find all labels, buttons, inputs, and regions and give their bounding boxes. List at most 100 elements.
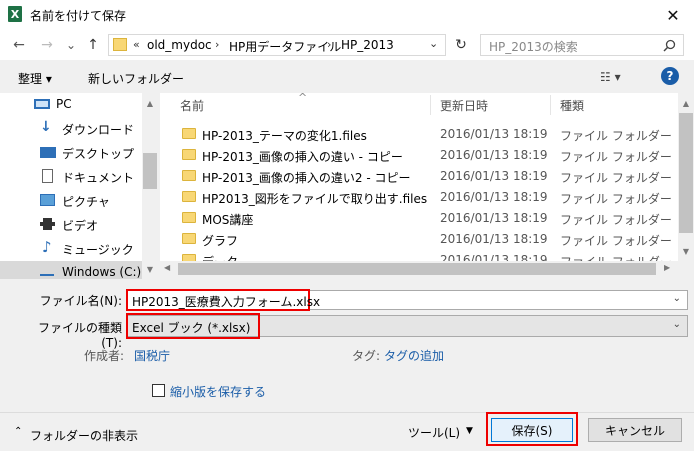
file-date: 2016/01/13 18:19 [440,148,548,162]
nav-item-label: ミュージック [62,243,134,257]
column-header-label: 種類 [560,98,585,113]
search-box[interactable]: HP_2013の検索 [480,34,684,56]
file-type: ファイル フォルダー [560,150,672,164]
hide-folders-button[interactable]: フォルダーの非表示 [30,427,138,444]
file-row[interactable]: HP2013_図形をファイルで取り出す.files 2016/01/13 18:… [160,187,678,208]
tags-label: タグ: [352,349,381,363]
cancel-button[interactable]: キャンセル [588,418,682,442]
nav-item-label: Windows (C:) [62,265,142,279]
file-name: グラフ [202,234,239,248]
thumbnail-checkbox[interactable] [152,384,165,397]
nav-item-label: PC [56,97,72,111]
address-bar[interactable]: « old_mydoc › HP用データファイル › HP_2013 ⌄ [108,34,446,56]
nav-item-label: ドキュメント [62,171,135,185]
file-date: 2016/01/13 18:19 [440,127,548,141]
nav-item-label: ダウンロード [62,123,135,137]
file-row[interactable]: MOS講座 2016/01/13 18:19 ファイル フォルダー [160,208,678,229]
breadcrumb-overflow[interactable]: « [133,38,140,51]
filetype-label: ファイルの種類(T): [37,321,122,350]
filename-value[interactable]: HP2013_医療費入力フォーム.xlsx [132,293,320,310]
file-name: HP-2013_画像の挿入の違い - コピー [202,150,403,164]
breadcrumb-hp-2013[interactable]: HP_2013 [341,38,394,52]
desktop-icon [40,147,56,158]
up-button[interactable]: ↑ [84,36,102,54]
column-header-type[interactable]: 種類 [560,93,670,117]
navpane-scroll-thumb[interactable] [143,153,157,189]
filelist-hscroll-thumb[interactable] [178,263,656,275]
file-row[interactable]: データ 2016/01/13 18:19 ファイル フォルダー [160,250,678,261]
filename-highlight: HP2013_医療費入力フォーム.xlsx [126,289,320,311]
chevron-up-icon[interactable]: ⌃ [14,426,22,437]
breadcrumb-hp-data[interactable]: HP用データファイル [229,38,341,55]
file-row[interactable]: HP-2013_テーマの変化1.files 2016/01/13 18:19 フ… [160,124,678,145]
window-title: 名前を付けて保存 [30,9,127,23]
music-icon: ♪ [42,238,52,256]
file-type: ファイル フォルダー [560,213,672,227]
close-button[interactable]: ✕ [652,0,694,30]
file-type: ファイル フォルダー [560,234,672,248]
column-header-date[interactable]: 更新日時 [440,93,550,117]
navigation-pane: PC ↓ ダウンロード デスクトップ ドキュメント ピクチャ ビデオ ♪ ミュー… [0,93,158,283]
tools-menu[interactable]: ツール(L) [408,424,460,441]
view-options-icon[interactable]: ☷ ▾ [600,70,621,84]
breadcrumb-separator[interactable]: › [327,38,331,51]
file-date: 2016/01/13 18:19 [440,253,548,261]
filetype-value[interactable]: Excel ブック (*.xlsx) [132,319,250,336]
file-row[interactable]: HP-2013_画像の挿入の違い2 - コピー 2016/01/13 18:19… [160,166,678,187]
column-header-name[interactable]: 名前 [180,93,430,117]
navpane-scrollbar[interactable]: ▲ ▼ [142,93,158,279]
filetype-highlight: Excel ブック (*.xlsx) [126,313,260,339]
nav-item-music[interactable]: ♪ ミュージック [0,237,140,259]
author-value[interactable]: 国税庁 [134,347,170,364]
recent-locations-dropdown[interactable]: ⌄ [62,36,80,54]
help-icon[interactable]: ? [661,67,679,85]
videos-icon [40,218,55,230]
file-name: MOS講座 [202,213,254,227]
filetype-dropdown-icon[interactable]: ⌄ [673,319,681,330]
file-row[interactable]: HP-2013_画像の挿入の違い - コピー 2016/01/13 18:19 … [160,145,678,166]
file-date: 2016/01/13 18:19 [440,211,548,225]
breadcrumb-separator[interactable]: › [215,38,219,51]
breadcrumb-old-mydoc[interactable]: old_mydoc [147,38,212,52]
folder-icon [182,149,196,160]
new-folder-button[interactable]: 新しいフォルダー [88,70,184,87]
nav-item-pc[interactable]: PC [0,93,140,115]
refresh-button[interactable]: ↻ [452,36,470,54]
filelist-horizontal-scrollbar[interactable]: ◀ ▶ [160,261,678,278]
documents-icon [42,169,53,183]
pictures-icon [40,194,55,206]
filename-dropdown-icon[interactable]: ⌄ [673,293,681,304]
file-date: 2016/01/13 18:19 [440,169,548,183]
download-icon: ↓ [40,119,52,135]
filelist-vertical-scrollbar[interactable]: ▲ ▼ [678,93,694,261]
nav-item-downloads[interactable]: ↓ ダウンロード [0,117,140,139]
tags-input[interactable]: タグの追加 [384,347,444,364]
nav-item-pictures[interactable]: ピクチャ [0,189,140,211]
tools-dropdown-icon[interactable]: ▼ [466,426,473,436]
folder-icon [182,170,196,181]
file-type: ファイル フォルダー [560,129,672,143]
forward-button[interactable]: → [38,36,56,54]
file-name: データ [202,253,238,261]
organize-menu[interactable]: 整理 ▾ [18,70,52,87]
column-divider[interactable] [430,95,431,115]
column-divider[interactable] [550,95,551,115]
filelist-scroll-thumb[interactable] [679,113,693,233]
folder-icon [182,191,196,202]
folder-icon [182,212,196,223]
nav-item-videos[interactable]: ビデオ [0,213,140,235]
save-button[interactable]: 保存(S) [491,418,573,442]
thumbnail-label[interactable]: 縮小版を保存する [170,383,266,400]
nav-item-documents[interactable]: ドキュメント [0,165,140,187]
nav-item-desktop[interactable]: デスクトップ [0,141,140,163]
nav-item-label: ピクチャ [62,195,110,209]
address-dropdown-icon[interactable]: ⌄ [429,37,438,50]
excel-app-icon: X [8,6,22,22]
folder-icon [182,128,196,139]
file-type: ファイル フォルダー [560,253,672,261]
search-icon[interactable] [663,39,676,52]
file-row[interactable]: グラフ 2016/01/13 18:19 ファイル フォルダー [160,229,678,250]
back-button[interactable]: ← [10,36,28,54]
column-header-label: 更新日時 [440,98,489,113]
footer-divider [0,412,694,413]
